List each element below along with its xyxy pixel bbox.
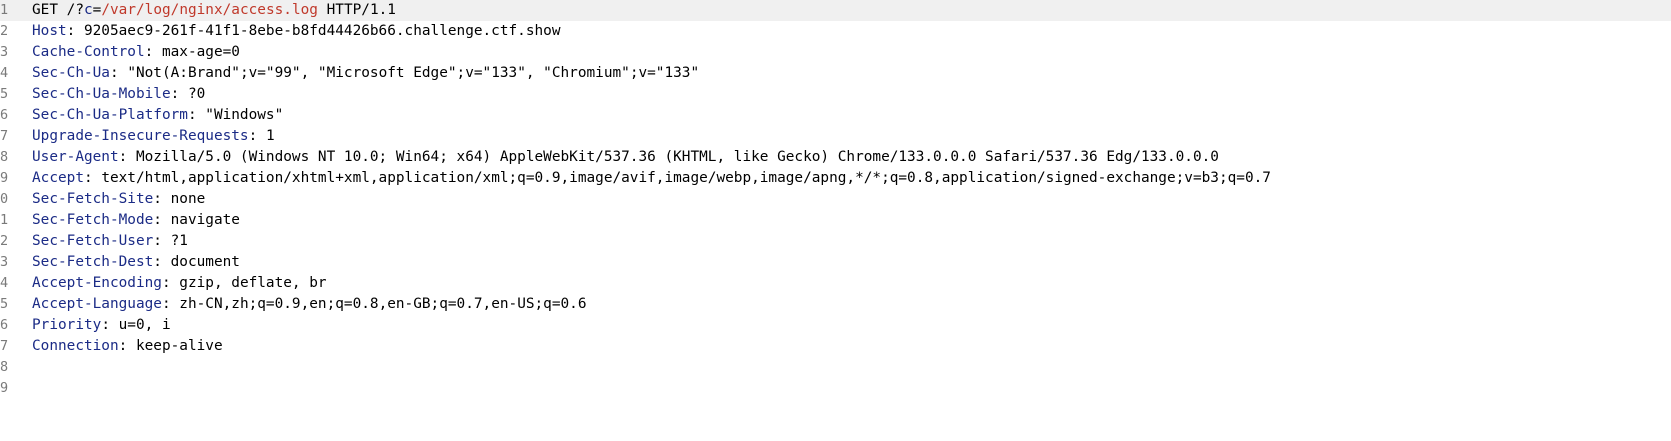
header-name: Sec-Ch-Ua-Mobile [32,86,171,102]
line-number: 7 [0,128,9,144]
line-number: 9 [0,380,9,396]
header-name: Sec-Fetch-Dest [32,254,154,270]
line-number: 6 [0,107,9,123]
line-number: 2 [0,23,9,39]
header-line[interactable]: 3 Sec-Fetch-Dest: document [0,252,1671,273]
header-line[interactable]: 2 Host: 9205aec9-261f-41f1-8ebe-b8fd4442… [0,21,1671,42]
line-number: 9 [0,170,9,186]
line-number: 8 [0,149,9,165]
header-name: Cache-Control [32,44,145,60]
query-param-value: /var/log/nginx/access.log [101,2,318,18]
header-line[interactable]: 7 Upgrade-Insecure-Requests: 1 [0,126,1671,147]
empty-line[interactable]: 9 [0,378,1671,399]
header-value: Mozilla/5.0 (Windows NT 10.0; Win64; x64… [135,149,1219,165]
header-value: keep-alive [135,338,223,354]
header-line[interactable]: 5 Sec-Ch-Ua-Mobile: ?0 [0,84,1671,105]
header-name: Sec-Ch-Ua [32,65,110,81]
header-line[interactable]: 6 Priority: u=0, i [0,315,1671,336]
line-number: 5 [0,296,9,312]
line-number: 2 [0,233,9,249]
request-path-prefix: /? [66,2,84,18]
line-number: 5 [0,86,9,102]
request-protocol: HTTP/1.1 [326,2,396,18]
line-number: 1 [0,2,9,18]
header-value: 9205aec9-261f-41f1-8ebe-b8fd44426b66.cha… [83,23,561,39]
header-line[interactable]: 7 Connection: keep-alive [0,336,1671,357]
line-number: 3 [0,44,9,60]
header-value: none [170,191,206,207]
header-value: document [170,254,240,270]
line-number: 4 [0,275,9,291]
header-name: Upgrade-Insecure-Requests [32,128,249,144]
header-line[interactable]: 6 Sec-Ch-Ua-Platform: "Windows" [0,105,1671,126]
header-value: navigate [170,212,240,228]
header-line[interactable]: 0 Sec-Fetch-Site: none [0,189,1671,210]
request-method: GET [32,2,58,18]
http-request-editor[interactable]: 1 GET /?c=/var/log/nginx/access.log HTTP… [0,0,1671,408]
empty-line[interactable]: 8 [0,357,1671,378]
header-line[interactable]: 9 Accept: text/html,application/xhtml+xm… [0,168,1671,189]
header-value: max-age=0 [161,44,240,60]
line-number: 7 [0,338,9,354]
header-value: "Windows" [205,107,284,123]
request-line-text: GET /?c=/var/log/nginx/access.log HTTP/1… [32,0,396,21]
line-number: 6 [0,317,9,333]
header-value: 1 [265,128,275,144]
line-number: 4 [0,65,9,81]
header-line[interactable]: 3 Cache-Control: max-age=0 [0,42,1671,63]
header-name: Sec-Fetch-Site [32,191,154,207]
header-name: Sec-Fetch-Mode [32,212,154,228]
request-line[interactable]: 1 GET /?c=/var/log/nginx/access.log HTTP… [0,0,1671,21]
header-name: Sec-Ch-Ua-Platform [32,107,188,123]
header-value: gzip, deflate, br [179,275,327,291]
header-name: Accept-Language [32,296,162,312]
header-name: Priority [32,317,102,333]
header-value: "Not(A:Brand";v="99", "Microsoft Edge";v… [127,65,700,81]
header-name: Connection [32,338,119,354]
header-value: text/html,application/xhtml+xml,applicat… [101,170,1271,186]
header-name: Accept [32,170,84,186]
header-line[interactable]: 4 Accept-Encoding: gzip, deflate, br [0,273,1671,294]
header-name: Accept-Encoding [32,275,162,291]
line-number: 3 [0,254,9,270]
header-value: ?0 [187,86,206,102]
header-line[interactable]: 4 Sec-Ch-Ua: "Not(A:Brand";v="99", "Micr… [0,63,1671,84]
line-number: 1 [0,212,9,228]
header-line[interactable]: 2 Sec-Fetch-User: ?1 [0,231,1671,252]
line-number: 0 [0,191,9,207]
header-value: zh-CN,zh;q=0.9,en;q=0.8,en-GB;q=0.7,en-U… [179,296,587,312]
line-number: 8 [0,359,9,375]
header-line[interactable]: 8 User-Agent: Mozilla/5.0 (Windows NT 10… [0,147,1671,168]
header-name: Sec-Fetch-User [32,233,154,249]
header-name: Host [32,23,67,39]
header-value: u=0, i [118,317,171,333]
query-param-name: c [84,2,93,18]
header-line[interactable]: 1 Sec-Fetch-Mode: navigate [0,210,1671,231]
header-name: User-Agent [32,149,119,165]
header-value: ?1 [170,233,188,249]
header-line[interactable]: 5 Accept-Language: zh-CN,zh;q=0.9,en;q=0… [0,294,1671,315]
